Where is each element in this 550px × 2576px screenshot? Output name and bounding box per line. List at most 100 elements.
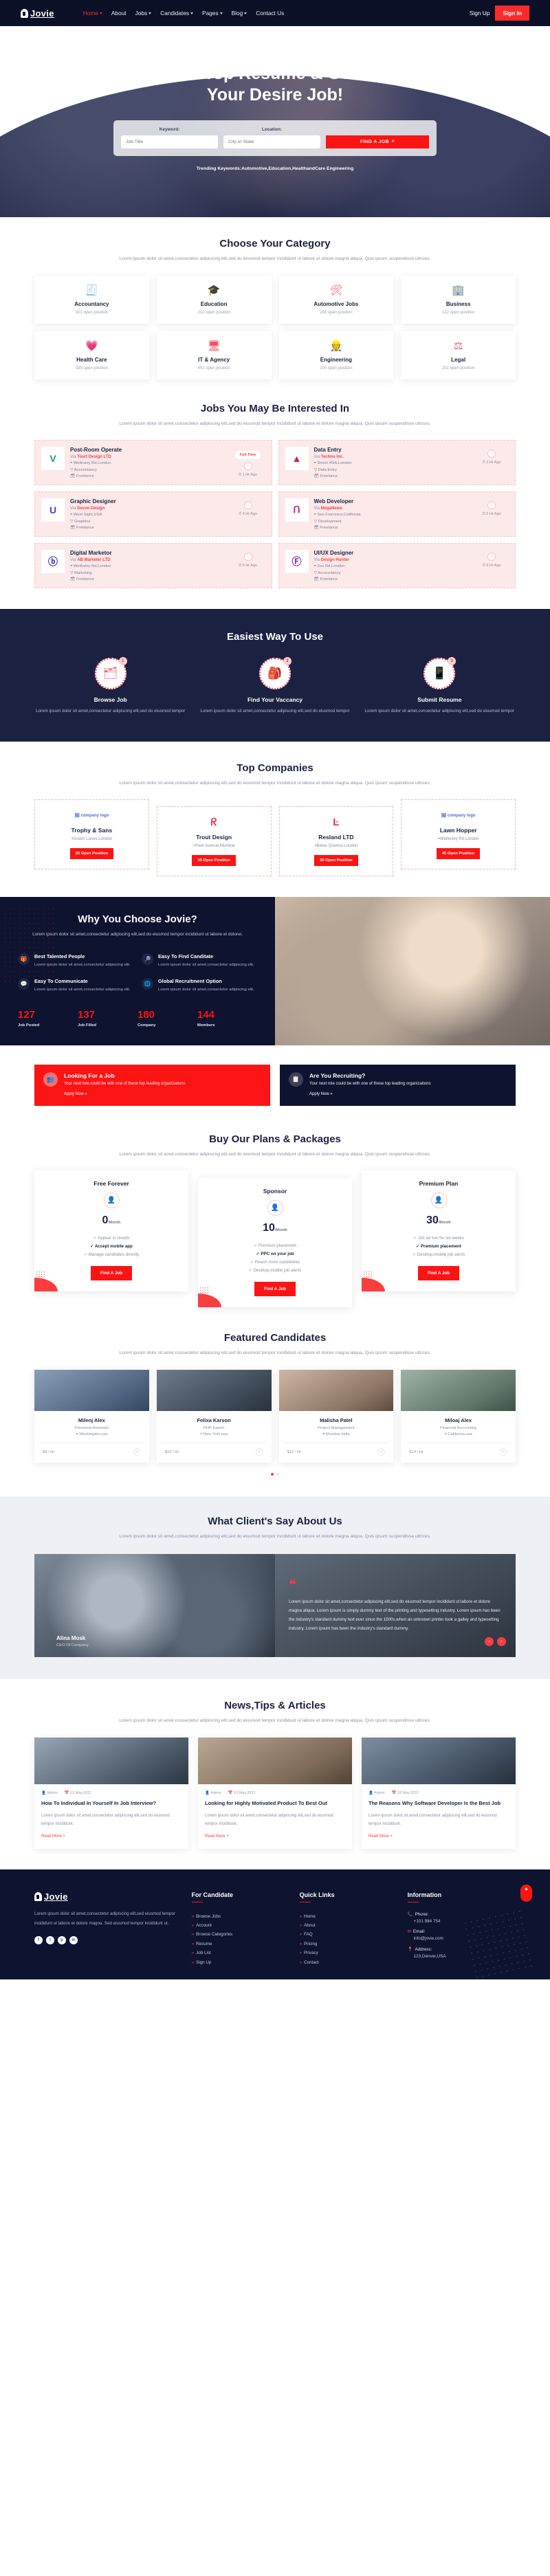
footer-link[interactable]: Home	[300, 1911, 398, 1920]
nav-item-candidates[interactable]: Candidates	[160, 10, 194, 16]
testimonials-section: What Client's Say About Us Lorem ipsum d…	[0, 1496, 550, 1680]
favorite-icon[interactable]: ♡	[133, 1448, 141, 1456]
footer-link[interactable]: Browse Categories	[192, 1930, 290, 1939]
nav-item-blog[interactable]: Blog	[232, 10, 248, 16]
candidate-rate: $12 / Hr	[287, 1450, 302, 1454]
news-read-more-link[interactable]: Read More +	[41, 1834, 65, 1839]
footer-about-text: Lorem ipsum dolor sit amet,consectetur a…	[34, 1911, 175, 1926]
testimonial-image: Alina Mosk CEO Of Company	[34, 1554, 275, 1658]
cta-apply-link[interactable]: Apply Now »	[64, 1092, 87, 1096]
stat-label: Job Posted	[18, 1023, 40, 1028]
nav-item-about[interactable]: About	[111, 10, 126, 16]
category-card[interactable]: 💗 Health Care 335 open position	[34, 331, 149, 379]
keyword-input[interactable]	[121, 135, 218, 148]
social-icon-t[interactable]: t	[46, 1936, 54, 1945]
category-icon: 🛠	[329, 284, 343, 296]
job-posted-time: ⏱ 8 Hr Ago	[482, 563, 501, 568]
candidate-card[interactable]: Miloaj Alex Financial Accounting ⌖ Califor…	[401, 1370, 516, 1463]
social-icon-in[interactable]: in	[69, 1936, 78, 1945]
company-card[interactable]: 🖼 company logo Lawn Hopper ⌖Wellesley Rd,L…	[401, 799, 516, 870]
footer-link[interactable]: Pricing	[300, 1940, 398, 1948]
news-card[interactable]: 👤 Admin 📅 12 May,2021 How To Individual In…	[34, 1737, 188, 1849]
category-card[interactable]: 🖥 IT & Agency 401 open position	[156, 331, 272, 379]
job-card[interactable]: ⓑ Digital Marketor Via AB Marketer LTD ⌖ We…	[34, 542, 272, 588]
news-read-more-link[interactable]: Read More +	[205, 1834, 229, 1839]
favorite-icon[interactable]: ♡	[243, 461, 252, 470]
company-card[interactable]: 🖼 company logo Trophy & Sans ⌖Green Lanes,…	[34, 799, 149, 870]
open-positions-button[interactable]: 45 Open Position	[436, 848, 481, 860]
nav-item-contact[interactable]: Contact Us	[256, 10, 284, 16]
plan-price: 0/Month	[102, 1214, 121, 1227]
candidate-card[interactable]: Malisha Patel Project Management ⌖ Mumbai,…	[278, 1370, 394, 1463]
plan-find-job-button[interactable]: Find A Job	[254, 1282, 296, 1297]
carousel-dot[interactable]	[271, 1473, 274, 1476]
job-card[interactable]: ᑎ Web Developer Via MegaNews ⌖ San Francisc…	[278, 491, 516, 537]
feature-icon: 🔎	[142, 953, 153, 965]
footer-link[interactable]: Sign Up	[192, 1957, 290, 1966]
footer-logo[interactable]: Jovie	[34, 1891, 182, 1902]
job-card[interactable]: Ⓕ UI/UX Designer Via Design Hunter ⌖ Zoo Rd…	[278, 542, 516, 588]
company-card[interactable]: ᖇ Trout Design ⌖Park Avenue,Mumbai 35 Open …	[156, 806, 272, 877]
news-read-more-link[interactable]: Read More +	[368, 1834, 393, 1839]
news-excerpt: Lorem ipsum dolor sit amet,consectetur a…	[41, 1813, 170, 1826]
news-card[interactable]: 👤 Admin 📅 15 May,2021 Looking for Highly M…	[198, 1737, 352, 1849]
candidate-role: Persional Assistant	[74, 1426, 109, 1431]
favorite-icon[interactable]: ♡	[487, 449, 496, 458]
footer-link[interactable]: Browse Jobs	[192, 1911, 290, 1920]
social-icon-f[interactable]: f	[34, 1936, 43, 1945]
cta-banner[interactable]: 📋 Are You Recruiting? Your next role could…	[280, 1064, 516, 1106]
category-card[interactable]: 👷 Engineering 100 open position	[278, 331, 394, 379]
favorite-icon[interactable]: ♡	[500, 1448, 507, 1456]
find-a-job-button[interactable]: FIND A JOB ⌕	[326, 135, 429, 148]
cta-apply-link[interactable]: Apply Now »	[309, 1092, 333, 1096]
favorite-icon[interactable]: ♡	[487, 500, 496, 509]
favorite-icon[interactable]: ♡	[243, 552, 252, 561]
favorite-icon[interactable]: ♡	[255, 1448, 263, 1456]
nav-item-pages[interactable]: Pages	[202, 10, 223, 16]
footer-link[interactable]: Resume	[192, 1940, 290, 1948]
back-to-top-button[interactable]: ▲	[520, 1884, 532, 1902]
category-card[interactable]: ⚖ Legal 201 open position	[401, 331, 516, 379]
testimonial-prev-button[interactable]: ‹	[485, 1637, 494, 1647]
job-card[interactable]: V Post-Room Operate Via Tourt Design LTD ⌖ …	[34, 439, 272, 485]
candidate-rate: $14 / Hr	[409, 1450, 424, 1454]
open-positions-button[interactable]: 35 Open Position	[192, 855, 236, 867]
testimonial-next-button[interactable]: ›	[497, 1637, 506, 1647]
category-card[interactable]: 🛠 Automotive Jobs 281 open position	[278, 275, 394, 324]
footer-link[interactable]: FAQ	[300, 1930, 398, 1939]
plan-find-job-button[interactable]: Find A Job	[417, 1266, 460, 1281]
candidate-card[interactable]: Felixa Karson PHP Expert ⌖ New York,usa $10…	[156, 1370, 272, 1463]
candidate-card[interactable]: Milenj Alex Persional Assistant ⌖ Washingt…	[34, 1370, 149, 1463]
favorite-icon[interactable]: ♡	[487, 552, 496, 561]
open-positions-button[interactable]: 25 Open Position	[69, 848, 114, 860]
cta-banner[interactable]: 👥 Looking For a Job Your next role could b…	[34, 1064, 270, 1106]
job-card[interactable]: ▲ Data Entry Via Techno Inc. ⌖ Street 40/A,…	[278, 439, 516, 485]
company-card[interactable]: Ŀ Resland LTD ⌖Betas Quence,London 20 Open …	[278, 806, 394, 877]
social-icon-p[interactable]: p	[58, 1936, 66, 1945]
job-card[interactable]: U Graphic Designer Via Devon Design ⌖ West …	[34, 491, 272, 537]
nav-item-jobs[interactable]: Jobs	[135, 10, 152, 16]
logo[interactable]: Jovie	[21, 8, 54, 19]
plan-find-job-button[interactable]: Find A Job	[90, 1266, 133, 1281]
favorite-icon[interactable]: ♡	[243, 500, 252, 509]
category-card[interactable]: 🏢 Business 122 open position	[401, 275, 516, 324]
keyword-label: Keyword:	[159, 126, 180, 132]
news-card[interactable]: 👤 Admin 📅 18 May,2021 The Reasons Why Soft…	[362, 1737, 516, 1849]
sign-in-button[interactable]: Sign In	[495, 5, 529, 21]
footer-link[interactable]: Contact	[300, 1957, 398, 1966]
category-card[interactable]: 🧾 Accountancy 301 open position	[34, 275, 149, 324]
open-positions-button[interactable]: 20 Open Position	[314, 855, 358, 867]
news-headline: How To Individual In Yourself In Job Int…	[41, 1799, 157, 1806]
chevron-down-icon	[244, 12, 248, 14]
carousel-dot[interactable]	[276, 1473, 279, 1476]
favorite-icon[interactable]: ♡	[377, 1448, 386, 1456]
footer-link[interactable]: Job List	[192, 1948, 290, 1957]
footer-link[interactable]: Account	[192, 1921, 290, 1930]
nav-item-home[interactable]: Home	[83, 10, 102, 16]
sign-up-link[interactable]: Sign Up	[470, 10, 490, 16]
location-input[interactable]	[223, 135, 320, 148]
step-number: 1	[118, 656, 127, 665]
footer-link[interactable]: About	[300, 1921, 398, 1930]
footer-link[interactable]: Privacy	[300, 1948, 398, 1957]
category-card[interactable]: 🎓 Education 210 open position	[156, 275, 272, 324]
